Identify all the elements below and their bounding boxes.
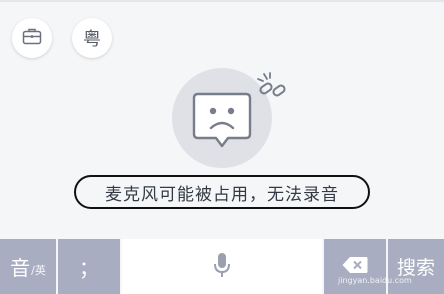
mic-unavailable-message: 麦克风可能被占用，无法录音: [74, 175, 370, 209]
microphone-icon: [212, 251, 232, 283]
sad-speech-bubble-icon: [186, 84, 258, 158]
cantonese-label: 粤: [83, 29, 101, 50]
keyboard-bottom-row: 音 /英 ； 搜索: [0, 239, 444, 294]
top-divider: [0, 0, 444, 2]
backspace-key[interactable]: [324, 239, 386, 294]
cantonese-button[interactable]: 粤: [72, 18, 112, 58]
language-key-main-label: 音: [10, 256, 31, 280]
briefcase-icon: [22, 27, 42, 49]
watermark: jingyan.baidu.com: [338, 276, 412, 285]
toolbox-button[interactable]: [12, 18, 52, 58]
search-key[interactable]: 搜索: [388, 239, 444, 294]
language-switch-key[interactable]: 音 /英: [0, 239, 56, 294]
language-key-sub-label: /英: [31, 263, 46, 277]
broken-link-icon: [256, 72, 290, 106]
semicolon-key[interactable]: ；: [58, 239, 120, 294]
microphone-key[interactable]: [122, 239, 322, 294]
backspace-icon: [341, 255, 369, 279]
